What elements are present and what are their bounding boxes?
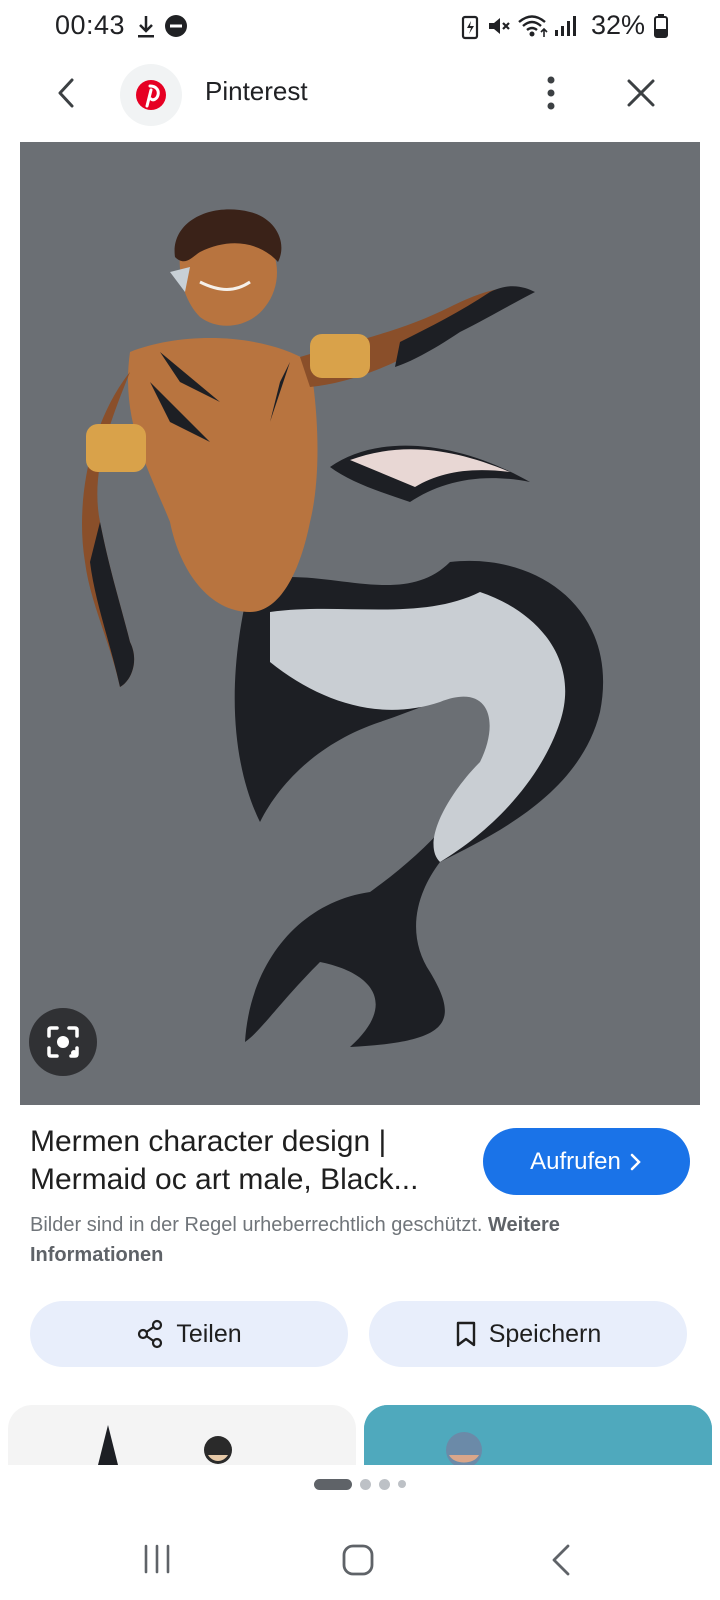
- visit-button[interactable]: Aufrufen: [483, 1128, 690, 1195]
- site-logo: [120, 64, 182, 126]
- page-dot-active: [314, 1478, 352, 1490]
- top-app-bar: [0, 52, 720, 142]
- mute-icon: [489, 18, 510, 34]
- copyright-text: Bilder sind in der Regel urheberrechtlic…: [30, 1214, 483, 1236]
- lens-icon: [47, 1026, 79, 1058]
- more-options-icon[interactable]: [543, 74, 559, 112]
- bookmark-icon: [456, 1321, 475, 1347]
- back-arrow-icon[interactable]: [52, 76, 82, 110]
- related-image-1[interactable]: [8, 1405, 356, 1465]
- status-time: 00:43: [55, 10, 126, 40]
- result-title[interactable]: Mermen character design | Mermaid oc art…: [30, 1123, 460, 1199]
- recent-apps-icon[interactable]: [140, 1542, 174, 1576]
- download-icon: [138, 16, 154, 38]
- related-image-2[interactable]: [364, 1405, 712, 1465]
- page-dot: [360, 1478, 371, 1490]
- save-button[interactable]: Speichern: [369, 1301, 687, 1367]
- share-button[interactable]: Teilen: [30, 1301, 348, 1367]
- signal-icon: [555, 16, 576, 36]
- related-merman: [364, 1405, 712, 1465]
- pagination-dots: [0, 1478, 720, 1490]
- system-navigation-bar: [0, 1520, 720, 1600]
- visit-button-label: Aufrufen: [530, 1147, 621, 1175]
- lens-search-button[interactable]: [29, 1008, 97, 1076]
- page-dot: [379, 1478, 390, 1490]
- share-icon: [138, 1319, 163, 1349]
- save-button-label: Speichern: [488, 1319, 602, 1348]
- copyright-notice: Bilder sind in der Regel urheberrechtlic…: [30, 1210, 680, 1270]
- merman-illustration: [82, 209, 604, 1047]
- site-name: Pinterest: [205, 76, 308, 106]
- status-bar: 00:43 32%: [0, 0, 720, 52]
- battery-saver-icon: [461, 15, 479, 40]
- result-image[interactable]: [20, 142, 700, 1105]
- do-not-disturb-icon: [165, 15, 187, 37]
- battery-icon: [654, 14, 668, 38]
- close-icon[interactable]: [624, 76, 658, 110]
- chevron-right-icon: [630, 1153, 641, 1170]
- wifi-icon: [518, 15, 548, 37]
- share-button-label: Teilen: [176, 1319, 242, 1348]
- page-dot: [398, 1480, 406, 1488]
- home-icon[interactable]: [340, 1542, 376, 1578]
- pinterest-logo-icon: [136, 80, 166, 110]
- battery-level: 32%: [591, 10, 646, 40]
- related-sketch: [98, 1425, 232, 1465]
- system-back-icon[interactable]: [548, 1542, 576, 1578]
